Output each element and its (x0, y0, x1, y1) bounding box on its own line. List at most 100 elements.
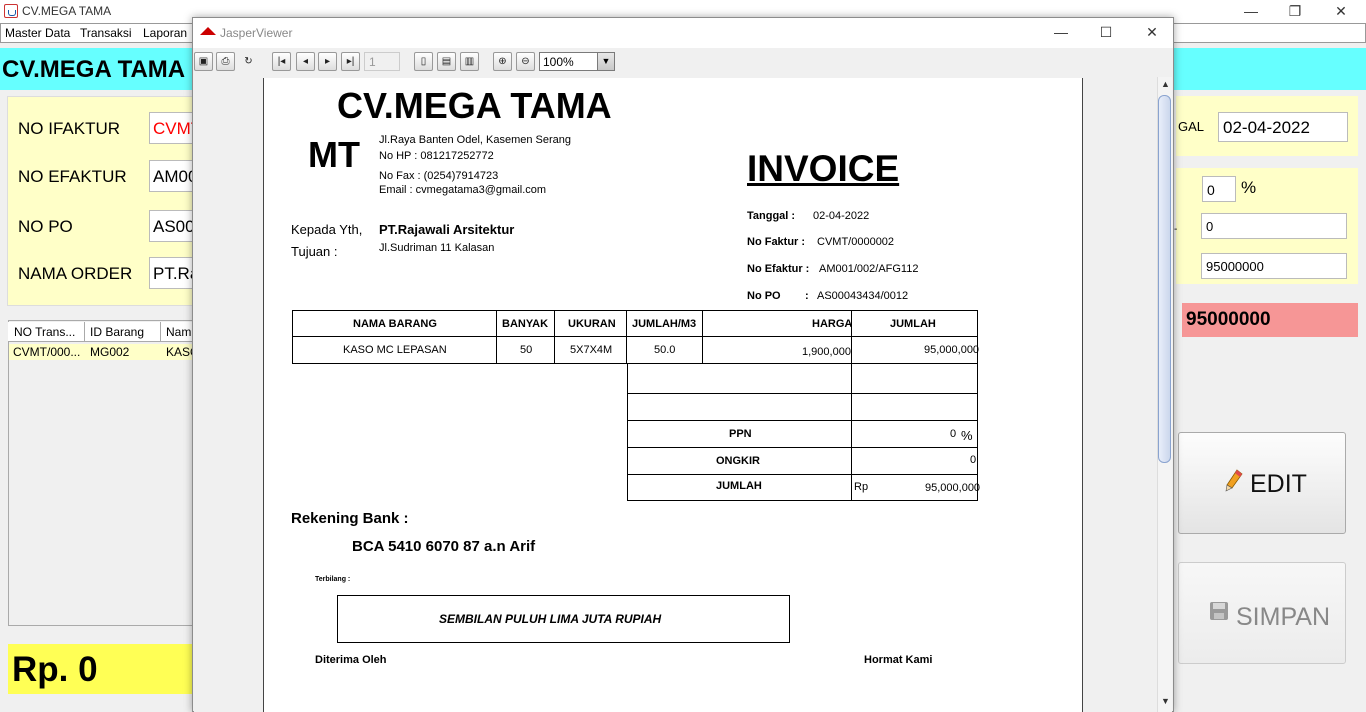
no-efaktur-label: No Efaktur : (747, 263, 810, 275)
no-ifaktur-input[interactable]: CVMT/0000002 (149, 112, 193, 144)
viewer-close-button[interactable]: ✕ (1129, 24, 1175, 42)
invoice-report-page: CV.MEGA TAMA MT Jl.Raya Banten Odel, Kas… (263, 78, 1083, 712)
field-marker: - (1174, 224, 1178, 235)
column-header[interactable]: Nam (166, 325, 191, 339)
menu-master-data[interactable]: Master Data (5, 26, 70, 40)
viewer-titlebar (193, 18, 1173, 48)
table-divider (627, 420, 978, 421)
viewer-minimize-button[interactable]: — (1038, 24, 1084, 42)
no-efaktur-label: NO EFAKTUR (18, 167, 127, 186)
table-cell: MG002 (90, 345, 130, 359)
company-phone: No HP : 081217252772 (379, 150, 494, 162)
header-ukuran: UKURAN (568, 318, 616, 330)
column-header[interactable]: ID Barang (90, 325, 144, 339)
nama-order-input[interactable]: PT.Rajawali Arsitektur (149, 257, 193, 289)
no-po-value: AS00043434/0012 (817, 290, 909, 302)
save-icon (1210, 602, 1228, 620)
next-page-icon[interactable]: ▸ (318, 52, 337, 71)
simpan-label: SIMPAN (1236, 603, 1330, 631)
zoom-in-icon[interactable]: ⊕ (493, 52, 512, 71)
company-logo: MT (308, 134, 360, 175)
report-company-name: CV.MEGA TAMA (337, 85, 612, 126)
no-efaktur-input[interactable]: AM001/002/AFG112 (149, 160, 193, 192)
ongkir-input[interactable]: 0 (1201, 213, 1347, 239)
pencil-icon (1225, 469, 1243, 492)
hormat-kami: Hormat Kami (864, 654, 933, 666)
scrollbar-thumb[interactable] (1158, 95, 1171, 463)
jasper-logo-icon (200, 27, 216, 35)
first-page-icon[interactable]: |◂ (272, 52, 291, 71)
prev-page-icon[interactable]: ◂ (296, 52, 315, 71)
invoice-title: INVOICE (747, 148, 900, 189)
fit-width-icon[interactable]: ▥ (460, 52, 479, 71)
viewer-toolbar (193, 48, 1173, 76)
grand-total-value: 95000000 (1186, 309, 1271, 330)
ppn-value: 0 (950, 428, 957, 440)
viewer-title: JasperViewer (220, 26, 293, 40)
header-nama-barang: NAMA BARANG (353, 318, 437, 330)
column-divider (84, 322, 85, 342)
scroll-down-icon[interactable]: ▼ (1161, 696, 1170, 706)
header-jumlah-m3: JUMLAH/M3 (632, 318, 697, 330)
company-address: Jl.Raya Banten Odel, Kasemen Serang (379, 134, 572, 146)
brand-title: CV.MEGA TAMA (2, 56, 186, 83)
tujuan-value: Jl.Sudriman 11 Kalasan (379, 242, 495, 254)
table-divider (702, 310, 703, 364)
rekening-bank-value: BCA 5410 6070 87 a.n Arif (352, 538, 536, 555)
table-divider (626, 310, 627, 364)
column-divider (160, 322, 161, 342)
table-divider (851, 364, 852, 501)
ppn-percent: % (961, 428, 973, 443)
restore-button[interactable]: ❐ (1272, 2, 1318, 22)
table-cell: CVMT/000... (13, 345, 81, 359)
simpan-button[interactable]: SIMPAN (1178, 562, 1346, 664)
nama-order-label: NAMA ORDER (18, 264, 133, 283)
save-icon[interactable]: ▣ (194, 52, 213, 71)
tujuan-label: Tujuan : (291, 244, 338, 259)
tanggal-label: GAL (1178, 119, 1205, 134)
total-amount: Rp. 0 (12, 650, 98, 689)
header-jumlah: JUMLAH (890, 318, 936, 330)
java-icon (4, 4, 18, 18)
edit-button[interactable]: EDIT (1178, 432, 1346, 534)
terbilang-value: SEMBILAN PULUH LIMA JUTA RUPIAH (439, 612, 662, 626)
menu-transaksi[interactable]: Transaksi (80, 26, 132, 40)
ppn-input[interactable]: 0 (1202, 176, 1236, 202)
ongkir-value: 0 (970, 454, 977, 466)
table-divider (496, 310, 497, 364)
kepada-label: Kepada Yth, (291, 222, 363, 237)
header-harga: HARGA (812, 318, 853, 330)
item-ukuran: 5X7X4M (570, 344, 613, 356)
no-faktur-value: CVMT/0000002 (817, 236, 895, 248)
close-button[interactable]: ✕ (1318, 2, 1364, 22)
tanggal-input[interactable]: 02-04-2022 (1218, 112, 1348, 142)
reload-icon[interactable]: ↻ (239, 52, 258, 71)
jumlah-label: JUMLAH (716, 480, 762, 492)
viewer-maximize-button[interactable]: ☐ (1083, 24, 1129, 42)
subtotal-input[interactable]: 95000000 (1201, 253, 1347, 279)
chevron-down-icon[interactable]: ▼ (597, 53, 614, 70)
no-faktur-label: No Faktur : (747, 236, 806, 248)
header-banyak: BANYAK (502, 318, 549, 330)
column-header[interactable]: NO Trans... (14, 325, 75, 339)
actual-size-icon[interactable]: ▯ (414, 52, 433, 71)
table-divider (292, 336, 978, 337)
minimize-button[interactable]: — (1228, 2, 1274, 22)
zoom-out-icon[interactable]: ⊖ (516, 52, 535, 71)
menu-laporan[interactable]: Laporan (143, 26, 187, 40)
last-page-icon[interactable]: ▸| (341, 52, 360, 71)
ongkir-label: ONGKIR (716, 455, 760, 467)
tanggal-label: Tanggal : (747, 210, 796, 222)
print-icon[interactable]: ⎙ (216, 52, 235, 71)
table-divider (627, 474, 978, 475)
company-email: Email : cvmegatama3@gmail.com (379, 184, 547, 196)
page-number-input[interactable]: 1 (364, 52, 400, 71)
summary-table (627, 364, 978, 501)
no-po-input[interactable]: AS00043434/0012 (149, 210, 193, 242)
table-divider (627, 447, 978, 448)
kepada-value: PT.Rajawali Arsitektur (379, 222, 515, 237)
scroll-up-icon[interactable]: ▲ (1161, 79, 1170, 89)
edit-label: EDIT (1250, 470, 1307, 498)
fit-page-icon[interactable]: ▤ (437, 52, 456, 71)
item-jumlah-m3: 50.0 (654, 344, 676, 356)
